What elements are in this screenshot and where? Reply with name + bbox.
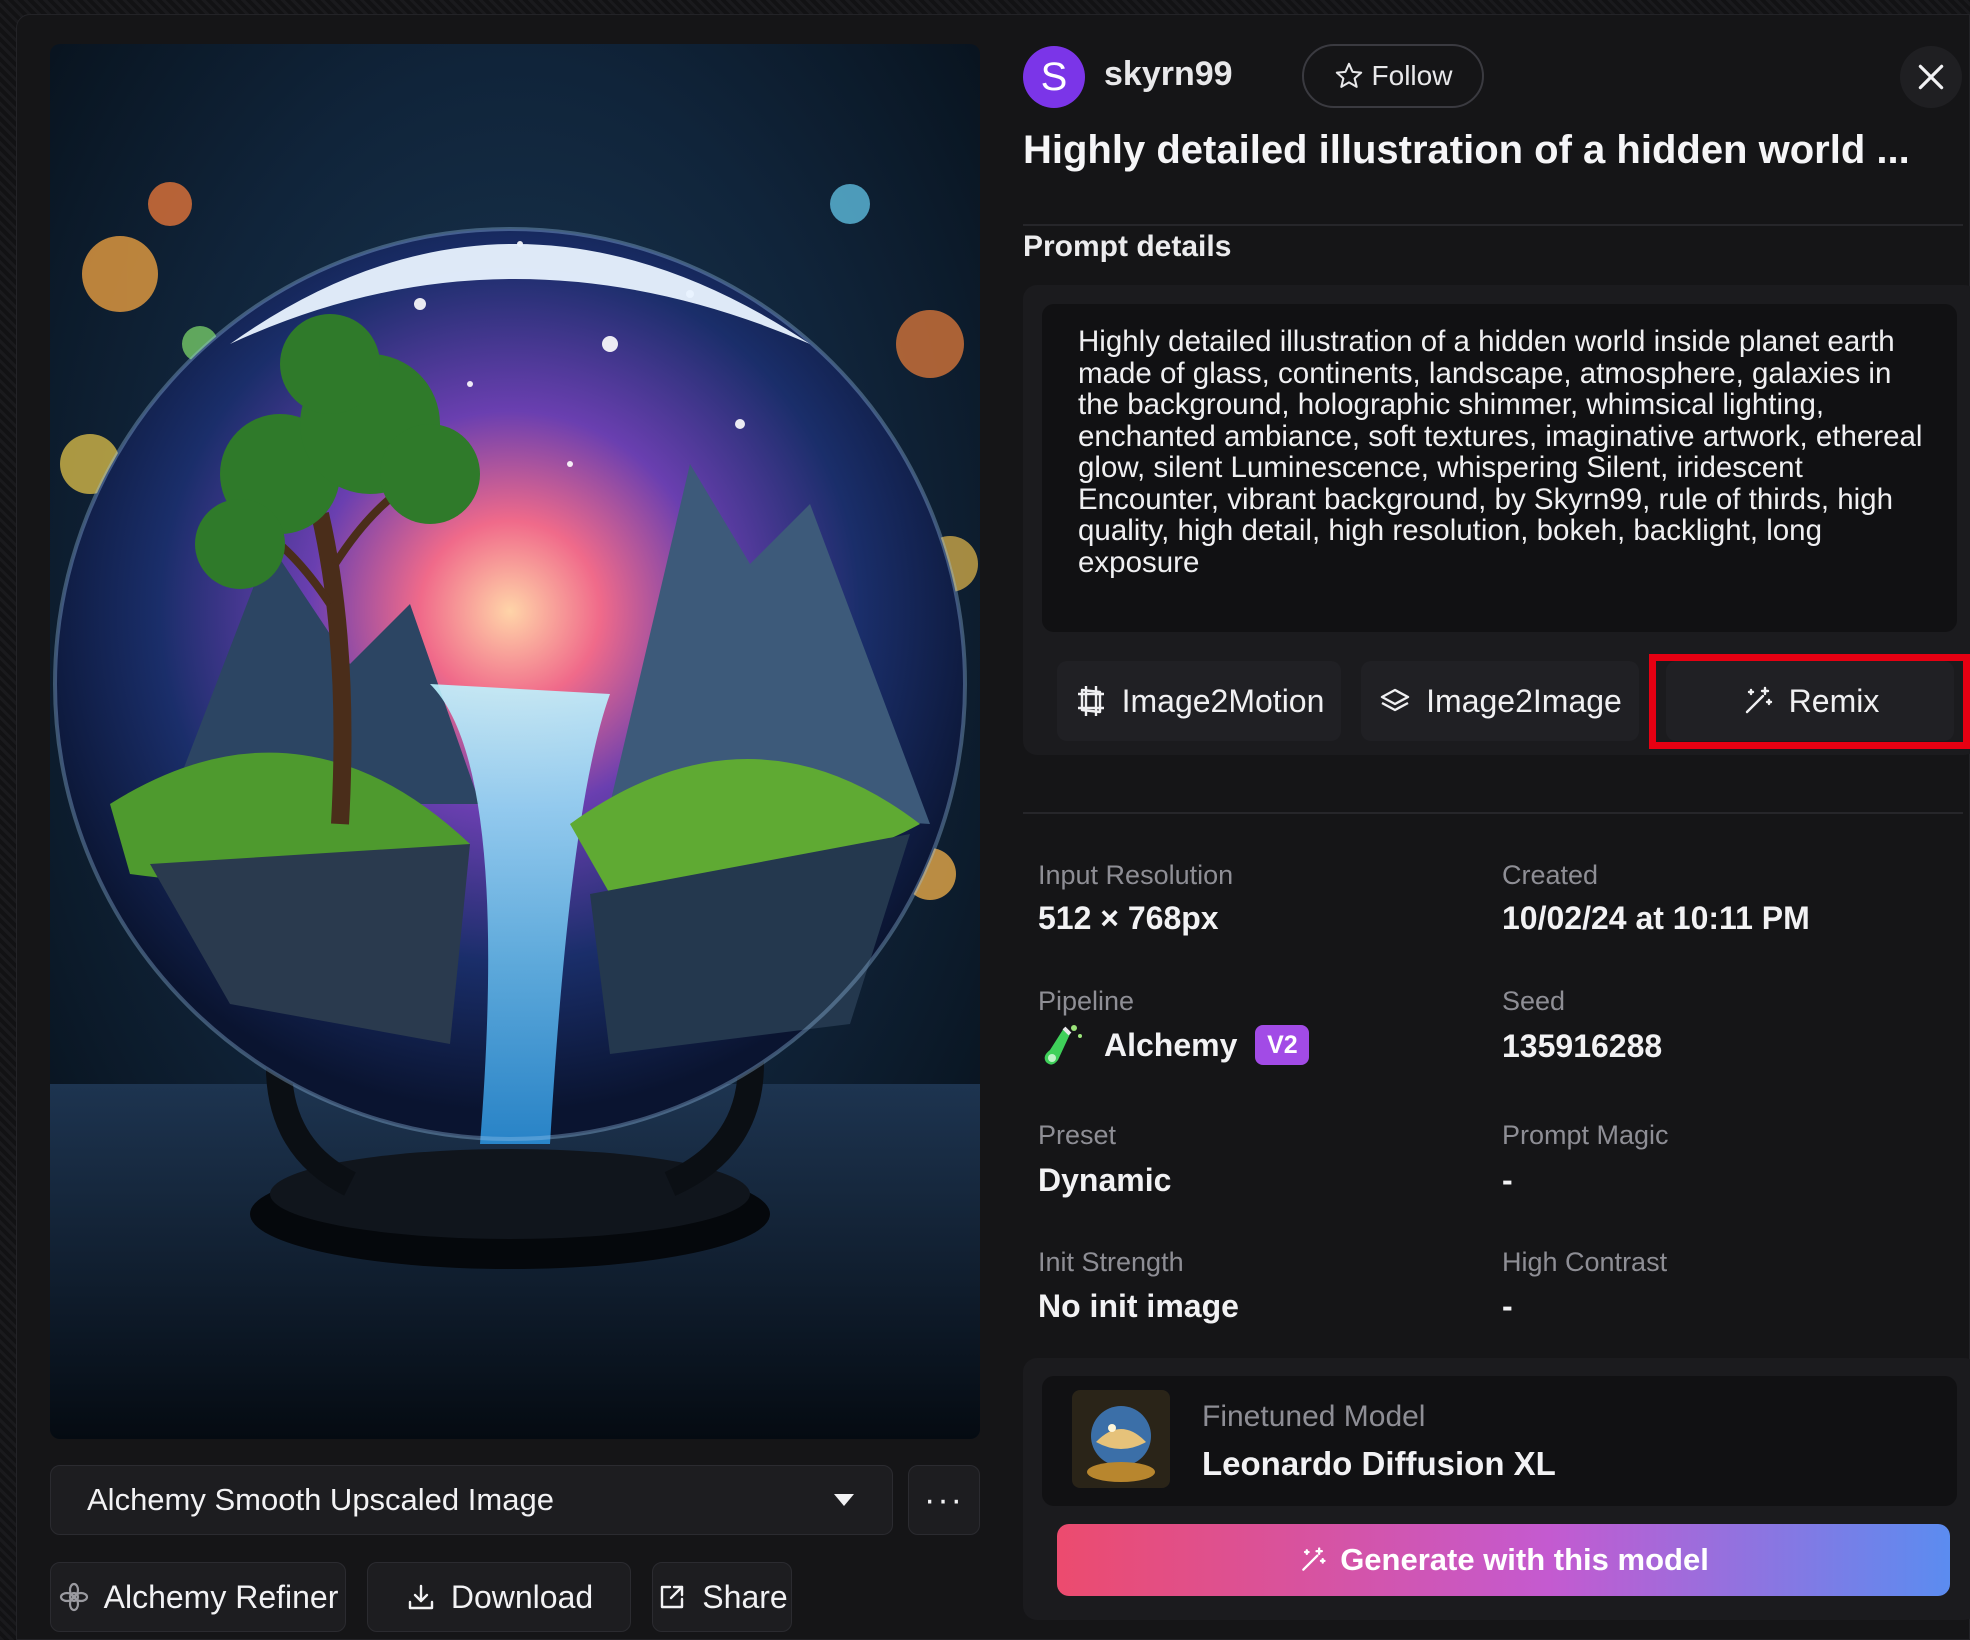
created-value: 10/02/24 at 10:11 PM	[1502, 900, 1810, 936]
chevron-down-icon	[834, 1494, 854, 1506]
model-thumbnail	[1072, 1390, 1170, 1488]
star-icon	[1335, 62, 1362, 88]
generate-label: Generate with this model	[1340, 1542, 1709, 1577]
prompt-text: Highly detailed illustration of a hidden…	[1042, 304, 1957, 632]
high-contrast-value: -	[1502, 1288, 1513, 1324]
page-title: Highly detailed illustration of a hidden…	[1023, 128, 1910, 172]
refiner-label: Alchemy Refiner	[103, 1578, 339, 1615]
meta-divider	[1023, 812, 1963, 814]
download-label: Download	[450, 1578, 594, 1615]
prompt-magic-value: -	[1502, 1162, 1513, 1198]
image2image-label: Image2Image	[1426, 682, 1622, 719]
image2motion-label: Image2Motion	[1121, 682, 1325, 719]
created-label: Created	[1502, 860, 1599, 890]
finetuned-model-row[interactable]	[1042, 1376, 1957, 1506]
init-strength-value: No init image	[1038, 1288, 1239, 1324]
prompt-magic-label: Prompt Magic	[1502, 1120, 1669, 1150]
generate-with-model-button[interactable]: Generate with this model	[1057, 1524, 1950, 1596]
download-button[interactable]: Download	[367, 1562, 631, 1632]
image2motion-button[interactable]: Image2Motion	[1057, 661, 1341, 741]
avatar-letter: S	[1040, 54, 1068, 99]
alchemy-flask-icon	[1044, 1025, 1082, 1065]
more-options-icon: ···	[924, 1480, 964, 1519]
image-variant-dropdown[interactable]: Alchemy Smooth Upscaled Image	[50, 1465, 893, 1535]
motion-frame-icon	[1077, 686, 1104, 716]
share-icon	[661, 1585, 684, 1609]
refiner-icon	[59, 1582, 88, 1612]
close-button[interactable]	[1900, 46, 1962, 108]
pipeline-version-badge: V2	[1255, 1025, 1310, 1065]
header-divider	[1023, 224, 1963, 226]
crystal-globe-artwork	[50, 44, 980, 1439]
follow-button[interactable]: Follow	[1302, 44, 1484, 108]
remix-highlight-box	[1649, 654, 1970, 749]
magic-wand-icon	[1302, 1547, 1326, 1571]
finetuned-model-label: Finetuned Model	[1202, 1400, 1426, 1433]
pipeline-label: Pipeline	[1038, 986, 1135, 1016]
image2image-button[interactable]: Image2Image	[1361, 661, 1639, 741]
download-icon	[408, 1584, 434, 1610]
seed-label: Seed	[1502, 986, 1566, 1016]
input-resolution-value: 512 × 768px	[1038, 900, 1219, 936]
preset-label: Preset	[1038, 1120, 1117, 1150]
pipeline-value-row: Alchemy V2	[1040, 1020, 1310, 1070]
follow-label: Follow	[1371, 60, 1453, 91]
finetuned-model-name: Leonardo Diffusion XL	[1202, 1445, 1556, 1482]
share-button[interactable]: Share	[652, 1562, 792, 1632]
more-options-button[interactable]: ···	[908, 1465, 980, 1535]
init-strength-label: Init Strength	[1038, 1247, 1184, 1277]
alchemy-refiner-button[interactable]: Alchemy Refiner	[50, 1562, 346, 1632]
prompt-details-heading: Prompt details	[1023, 230, 1232, 263]
generated-image[interactable]	[50, 44, 980, 1439]
variant-selected-label: Alchemy Smooth Upscaled Image	[87, 1482, 554, 1517]
avatar[interactable]: S	[1023, 46, 1085, 108]
share-label: Share	[702, 1578, 788, 1615]
pipeline-value: Alchemy	[1104, 1026, 1238, 1063]
layers-icon	[1380, 688, 1410, 712]
input-resolution-label: Input Resolution	[1038, 860, 1234, 890]
close-icon	[1918, 64, 1944, 90]
author-username[interactable]: skyrn99	[1104, 55, 1233, 94]
preset-value: Dynamic	[1038, 1162, 1172, 1198]
high-contrast-label: High Contrast	[1502, 1247, 1668, 1277]
model-thumbnail-art	[1072, 1390, 1170, 1488]
seed-value[interactable]: 135916288	[1502, 1028, 1662, 1065]
